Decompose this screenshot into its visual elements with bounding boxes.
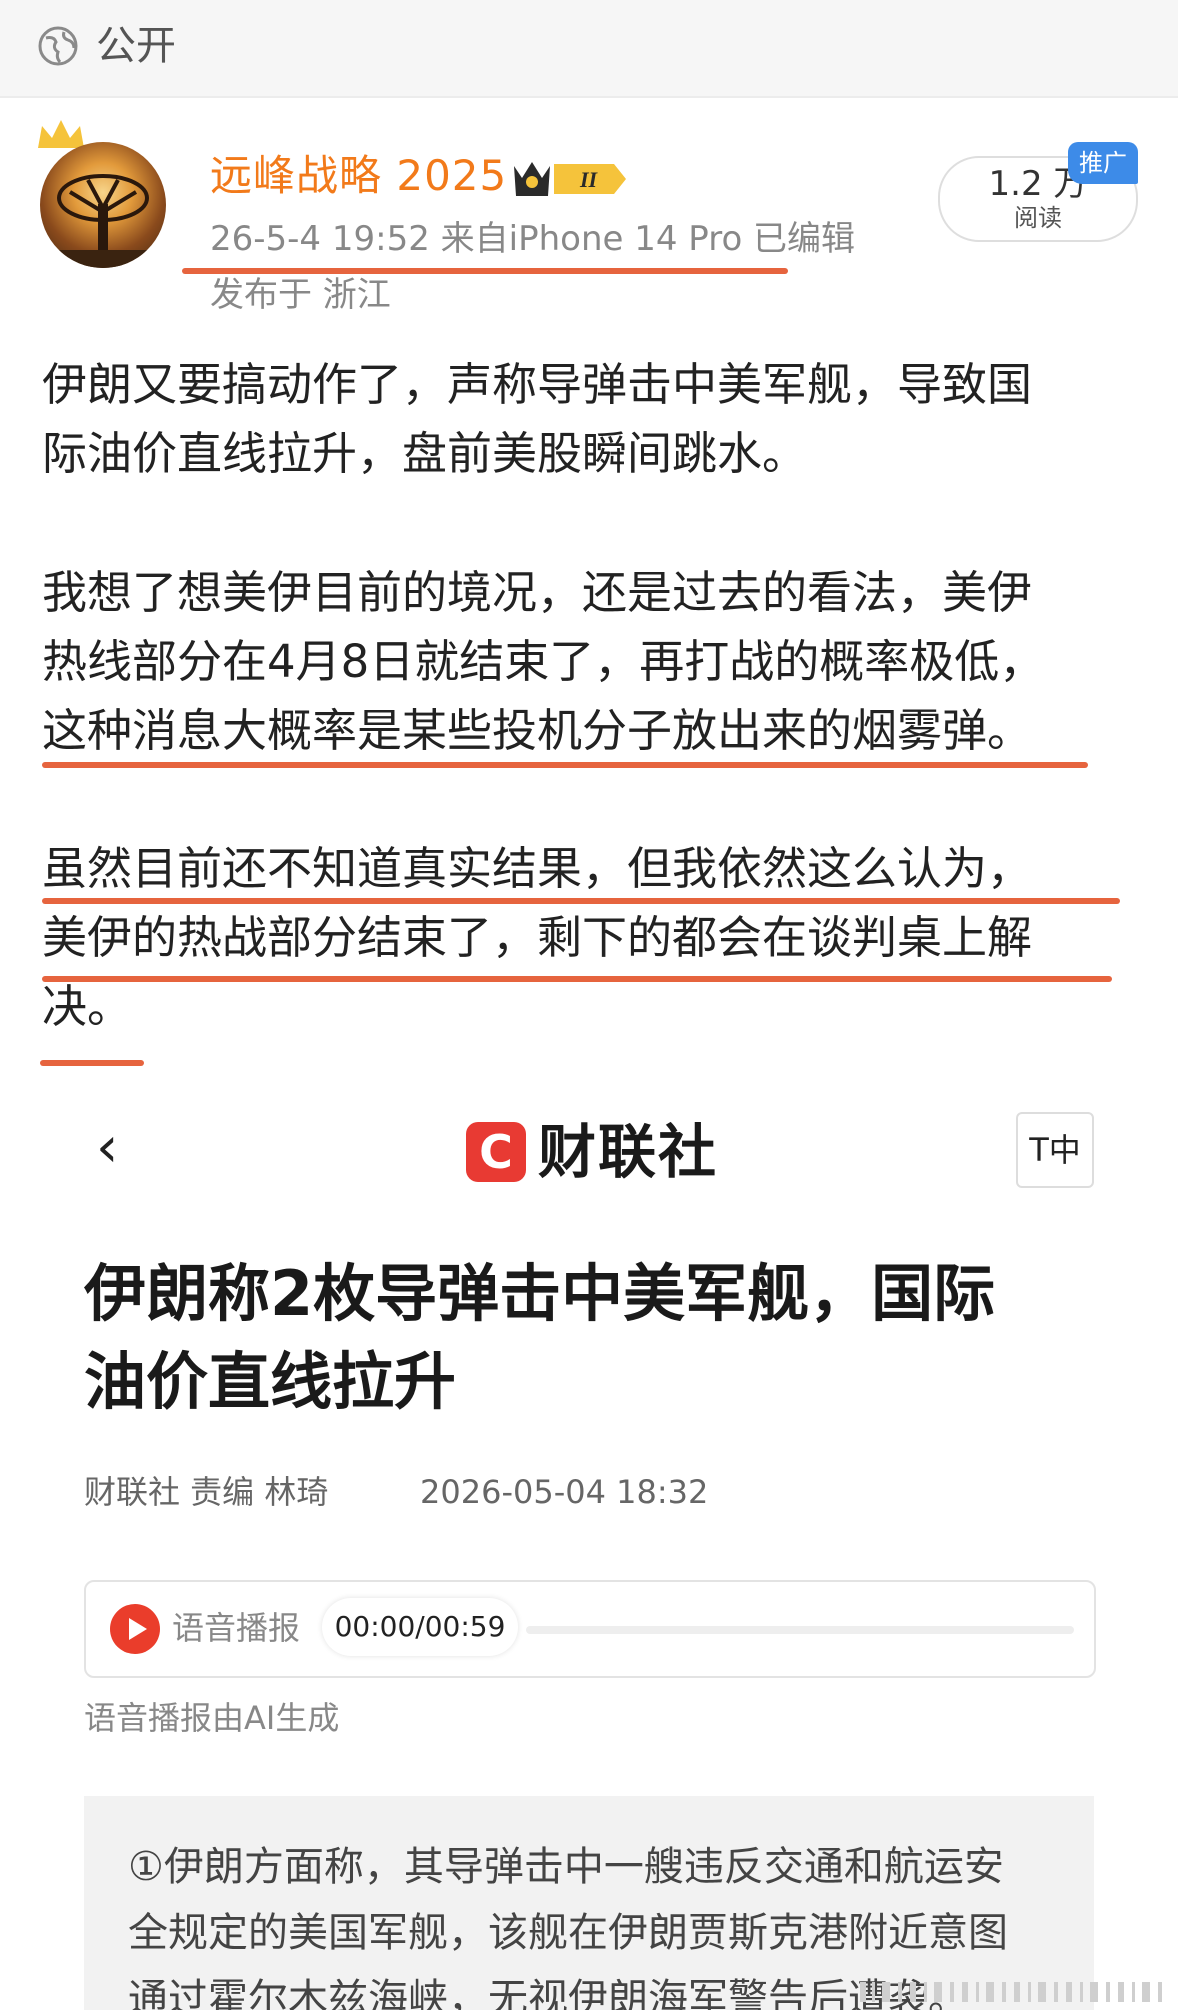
audio-player: 语音播报 00:00/00:59: [84, 1580, 1096, 1678]
news-logo-mark: C: [466, 1122, 526, 1182]
post-location: 发布于 浙江: [210, 275, 391, 315]
underline-mark: [42, 976, 1112, 982]
avatar[interactable]: [40, 142, 166, 268]
visibility-label[interactable]: 公开: [96, 20, 176, 72]
post-paragraph-1: 伊朗又要搞动作了，声称导弹击中美军舰，导致国 际油价直线拉升，盘前美股瞬间跳水。: [42, 358, 1033, 480]
audio-label: 语音播报: [172, 1609, 301, 1647]
news-logo-text: 财联社: [538, 1118, 719, 1186]
author-name[interactable]: 远峰战略 2025: [210, 148, 507, 204]
post-paragraph-2: 我想了想美伊目前的境况，还是过去的看法，美伊 热线部分在4月8日就结束了，再打战…: [42, 566, 1045, 757]
article-byline: 财联社 责编 林琦: [84, 1473, 329, 1511]
globe-icon: [38, 26, 78, 66]
underline-mark: [42, 762, 1088, 768]
play-icon[interactable]: [110, 1604, 160, 1654]
read-label: 阅读: [1014, 204, 1062, 232]
chevron-left-icon[interactable]: ‹: [96, 1116, 118, 1180]
font-size-button[interactable]: T中: [1016, 1112, 1094, 1188]
ai-generated-note: 语音播报由AI生成: [84, 1699, 340, 1737]
article-headline: 伊朗称2枚导弹击中美军舰，国际 油价直线拉升: [84, 1257, 996, 1418]
badge-level: II: [579, 167, 599, 192]
underline-mark: [40, 1060, 144, 1066]
promo-tag: 推广: [1068, 142, 1138, 184]
visibility-bar: 公开: [0, 0, 1178, 98]
watermark-barcode: [860, 1982, 1162, 2002]
member-badge-icon[interactable]: II: [510, 156, 628, 202]
underline-mark: [42, 898, 1120, 904]
audio-progress-track[interactable]: [526, 1626, 1074, 1634]
post-paragraph-3: 虽然目前还不知道真实结果，但我依然这么认为， 美伊的热战部分结束了，剩下的都会在…: [42, 842, 1033, 1033]
tree-image: [40, 174, 166, 268]
audio-time: 00:00/00:59: [322, 1598, 518, 1656]
article-date: 2026-05-04 18:32: [420, 1473, 709, 1511]
post-meta: 26-5-4 19:52 来自iPhone 14 Pro 已编辑: [210, 219, 856, 259]
